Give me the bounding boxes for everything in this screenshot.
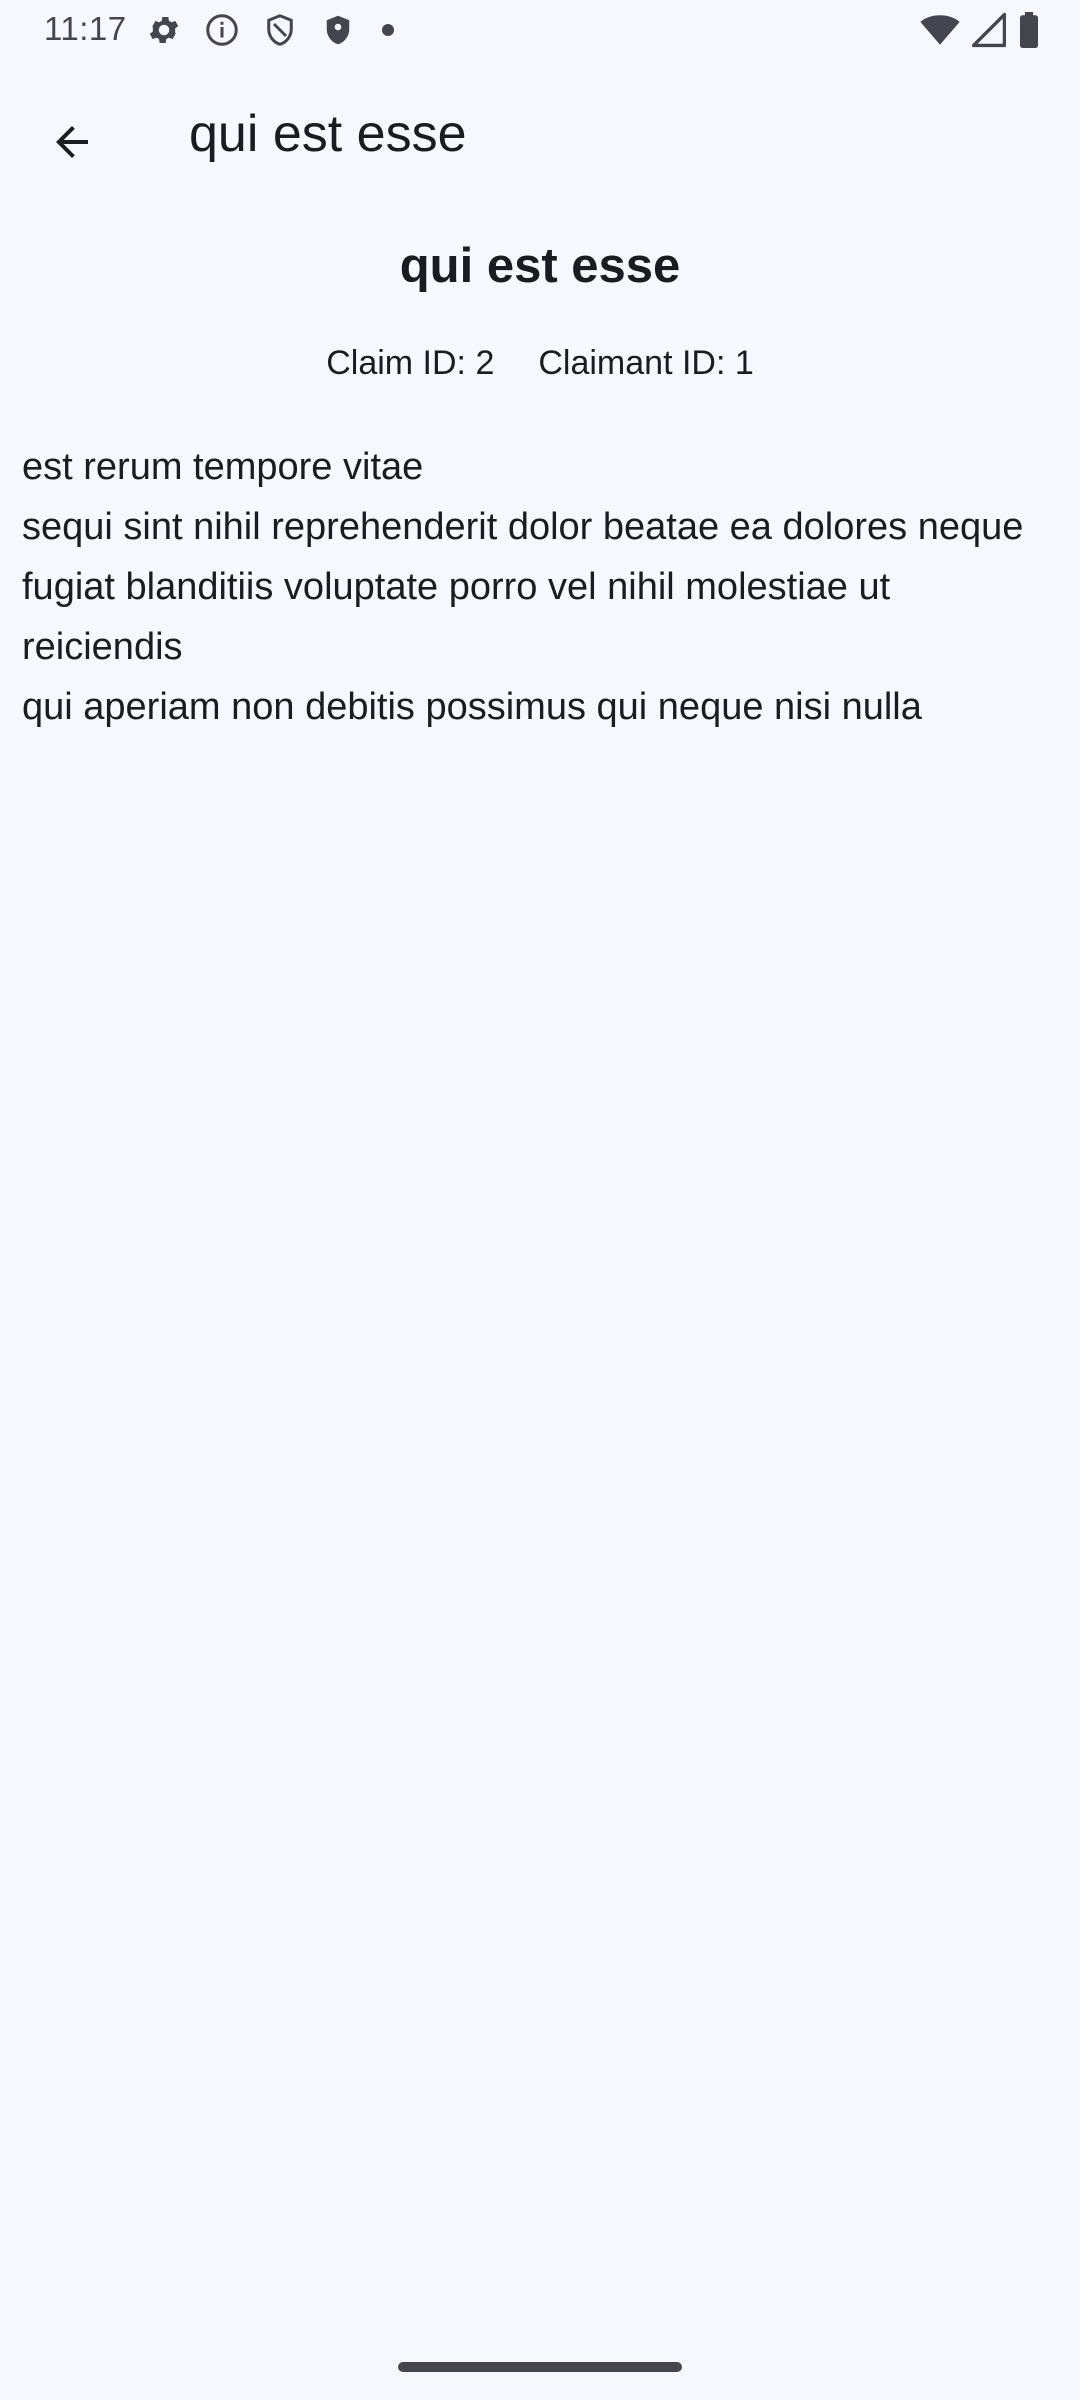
claim-id: Claim ID: 2 (326, 344, 495, 382)
dot-icon (378, 12, 398, 48)
battery-icon (1018, 12, 1040, 48)
app-bar: qui est esse (0, 62, 1080, 210)
signal-icon (972, 12, 1006, 48)
status-time: 11:17 (44, 10, 127, 47)
post-body: est rerum tempore vitae sequi sint nihil… (22, 446, 1024, 728)
info-icon (204, 12, 240, 48)
post-detail: qui est esse Claim ID: 2 Claimant ID: 1 … (0, 230, 1080, 737)
wifi-icon (920, 12, 960, 48)
claimant-id: Claimant ID: 1 (538, 344, 754, 382)
status-icons-right (920, 12, 1040, 48)
post-title: qui est esse (399, 239, 681, 293)
arrow-back-icon (48, 118, 96, 171)
shield-filled-icon (320, 12, 356, 48)
back-button[interactable] (30, 102, 114, 186)
shield-outline-icon (262, 12, 298, 48)
status-bar: 11:17 (0, 0, 1080, 62)
status-icons-left (146, 12, 398, 48)
app-bar-title: qui est esse (189, 105, 467, 163)
gear-icon (146, 12, 182, 48)
ids-row: Claim ID: 2 Claimant ID: 1 (0, 344, 1080, 383)
gesture-bar[interactable] (398, 2362, 682, 2372)
